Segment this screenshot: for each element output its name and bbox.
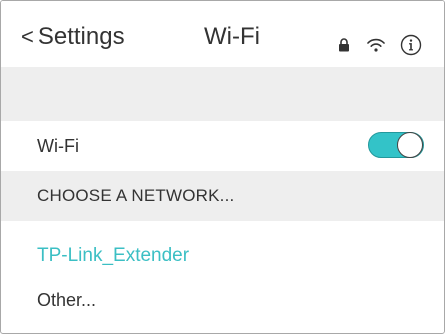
spacer-band	[1, 67, 444, 121]
other-network-label: Other...	[37, 289, 97, 310]
wifi-toggle-switch[interactable]	[368, 132, 424, 158]
network-list-item[interactable]: TP-Link_Extender	[1, 221, 444, 281]
wifi-label: Wi-Fi	[37, 135, 79, 156]
info-icon[interactable]	[400, 34, 422, 61]
wifi-settings-screen: < Settings Wi-Fi Wi-Fi CHOOSE A NETWORK.…	[0, 0, 445, 334]
back-button-label: Settings	[37, 23, 125, 50]
other-network-item[interactable]: Other...	[1, 283, 444, 317]
lock-icon	[338, 37, 350, 57]
wifi-signal-icon	[366, 37, 386, 58]
network-name: TP-Link_Extender	[37, 245, 190, 266]
back-button[interactable]: < Settings	[21, 21, 125, 53]
toggle-knob	[397, 132, 423, 158]
back-chevron-icon: <	[21, 24, 34, 49]
choose-network-header: CHOOSE A NETWORK...	[1, 171, 444, 221]
choose-network-label: CHOOSE A NETWORK...	[37, 186, 235, 205]
page-title: Wi-Fi	[204, 23, 260, 50]
network-status-icons	[338, 34, 422, 60]
